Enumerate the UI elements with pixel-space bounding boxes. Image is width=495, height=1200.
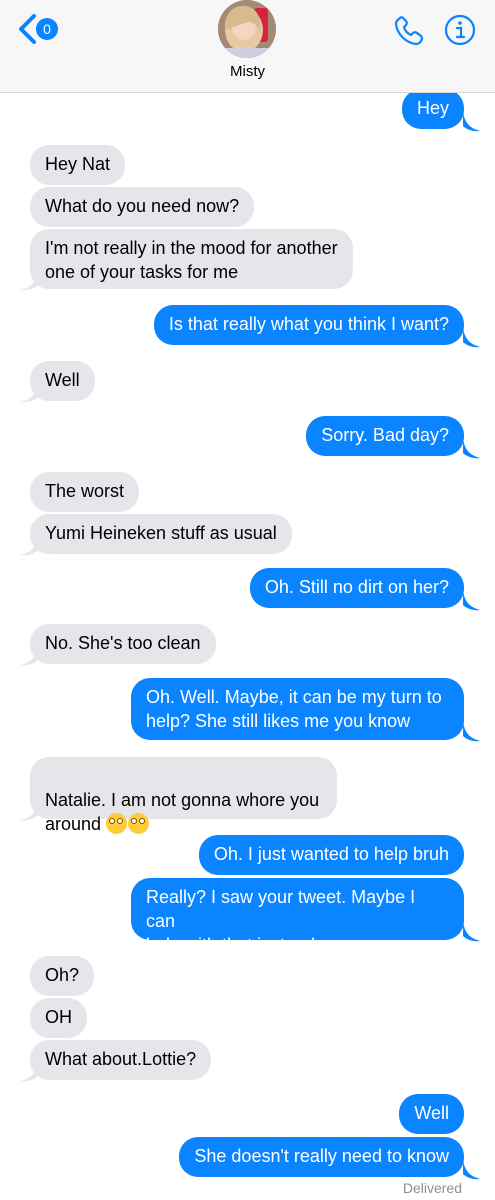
avatar[interactable] (218, 0, 276, 58)
bubble-tail-outgoing (463, 922, 481, 942)
message-bubble-outgoing[interactable]: She doesn't really need to know (179, 1137, 464, 1177)
bubble-tail-outgoing (463, 591, 481, 611)
delivered-status: Delivered (402, 1180, 462, 1196)
message-bubble-outgoing[interactable]: Oh. Still no dirt on her? (249, 568, 464, 608)
message-bubble-incoming[interactable]: Well (30, 361, 95, 401)
back-button[interactable]: 0 (16, 12, 64, 46)
message-bubble-incoming[interactable]: OH (30, 998, 87, 1038)
message-bubble-incoming[interactable]: Yumi Heineken stuff as usual (30, 514, 292, 554)
avatar-photo (218, 0, 276, 58)
message-bubble-incoming[interactable]: No. She's too clean (30, 624, 216, 664)
message-bubble-incoming[interactable]: Oh? (30, 956, 95, 996)
message-thread[interactable]: Hey Hey Nat What do you need now? I'm no… (0, 0, 495, 1200)
conversation-header: 0 Misty (0, 0, 495, 93)
bubble-tail-outgoing (463, 722, 481, 742)
message-bubble-outgoing[interactable]: Oh. Well. Maybe, it can be my turn to he… (131, 678, 464, 740)
bubble-tail-incoming (20, 1062, 38, 1082)
message-bubble-outgoing[interactable]: Really? I saw your tweet. Maybe I can he… (131, 878, 464, 955)
message-bubble-outgoing[interactable]: Well (399, 1094, 464, 1134)
message-bubble-outgoing[interactable]: Is that really what you think I want? (153, 305, 464, 345)
info-icon[interactable] (444, 14, 476, 46)
message-bubble-outgoing[interactable]: Hey (401, 89, 464, 129)
message-bubble-incoming[interactable]: Natalie. I am not gonna whore you around (30, 757, 337, 834)
phone-icon[interactable] (392, 14, 426, 48)
bubble-tail-incoming (20, 536, 38, 556)
message-bubble-incoming[interactable]: The worst (30, 472, 140, 512)
bubble-tail-incoming (20, 646, 38, 666)
message-bubble-incoming[interactable]: What about.Lottie? (30, 1040, 212, 1080)
eye-roll-emoji-icon (128, 813, 150, 834)
bubble-tail-incoming (20, 383, 38, 403)
message-bubble-outgoing[interactable]: Sorry. Bad day? (306, 416, 464, 456)
message-text: Natalie. I am not gonna whore you around (45, 790, 320, 834)
bubble-tail-outgoing (463, 439, 481, 459)
bubble-tail-incoming (20, 801, 38, 821)
chevron-left-icon (19, 14, 36, 44)
unread-count-badge: 0 (36, 18, 58, 40)
message-bubble-outgoing[interactable]: Oh. I just wanted to help bruh (198, 835, 464, 875)
bubble-tail-incoming (20, 271, 38, 291)
message-bubble-incoming[interactable]: Hey Nat (30, 145, 126, 185)
eye-roll-emoji-icon (106, 813, 128, 834)
bubble-tail-outgoing (463, 328, 481, 348)
message-bubble-incoming[interactable]: What do you need now? (30, 187, 255, 227)
message-bubble-incoming[interactable]: I'm not really in the mood for another o… (30, 229, 353, 289)
bubble-tail-outgoing (463, 1160, 481, 1180)
bubble-tail-outgoing (463, 112, 481, 132)
contact-name[interactable]: Misty (0, 63, 495, 80)
